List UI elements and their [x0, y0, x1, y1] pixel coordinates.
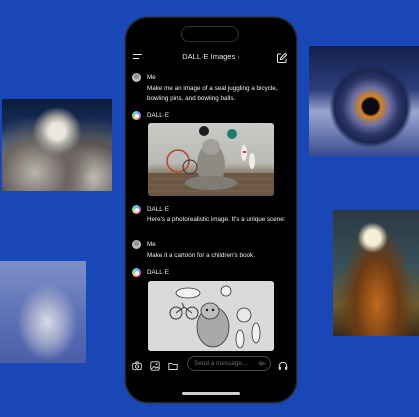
user-avatar: [132, 240, 141, 249]
sender-name: DALL·E: [147, 112, 170, 119]
camera-icon[interactable]: [132, 358, 142, 371]
message-input-placeholder: Send a message...: [194, 360, 248, 367]
sender-name: Me: [147, 241, 156, 248]
chat-title-text: DALL·E Images: [182, 52, 236, 61]
window-scene-image: [0, 261, 86, 363]
user-avatar: [132, 73, 141, 82]
new-chat-icon[interactable]: [276, 51, 288, 63]
astronaut-on-clouds-image: [2, 99, 112, 191]
message-text: Make it a cartoon for a children's book.: [147, 252, 255, 259]
message-text: Make me an image of a seal juggling a bi…: [147, 85, 278, 102]
photo-icon[interactable]: [150, 358, 160, 371]
waveform-icon[interactable]: [258, 357, 266, 375]
generated-seal-photo[interactable]: [148, 123, 274, 196]
folder-icon[interactable]: [168, 358, 178, 370]
phone-screen: DALL·E Images › Me Make me an image of a …: [126, 18, 296, 402]
chat-header: DALL·E Images ›: [126, 48, 296, 68]
home-indicator: [182, 392, 240, 395]
eye-closeup-image: [309, 46, 419, 156]
sender-name: DALL·E: [147, 206, 170, 213]
dalle-avatar: [132, 268, 141, 277]
dynamic-island: [181, 26, 239, 42]
headphones-icon[interactable]: [278, 358, 288, 370]
message-text: Here's a photorealistic image. It's a un…: [147, 216, 286, 223]
dalle-avatar: [132, 111, 141, 120]
message-input[interactable]: Send a message...: [187, 356, 271, 371]
autumn-leaf-band-image: [333, 210, 419, 336]
chevron-right-icon: ›: [237, 52, 240, 61]
sender-name: DALL·E: [147, 269, 170, 276]
generated-seal-cartoon[interactable]: [148, 281, 274, 351]
chat-title[interactable]: DALL·E Images ›: [126, 52, 296, 61]
message-composer: Send a message...: [126, 353, 296, 375]
sender-name: Me: [147, 74, 156, 81]
dalle-avatar: [132, 205, 141, 214]
